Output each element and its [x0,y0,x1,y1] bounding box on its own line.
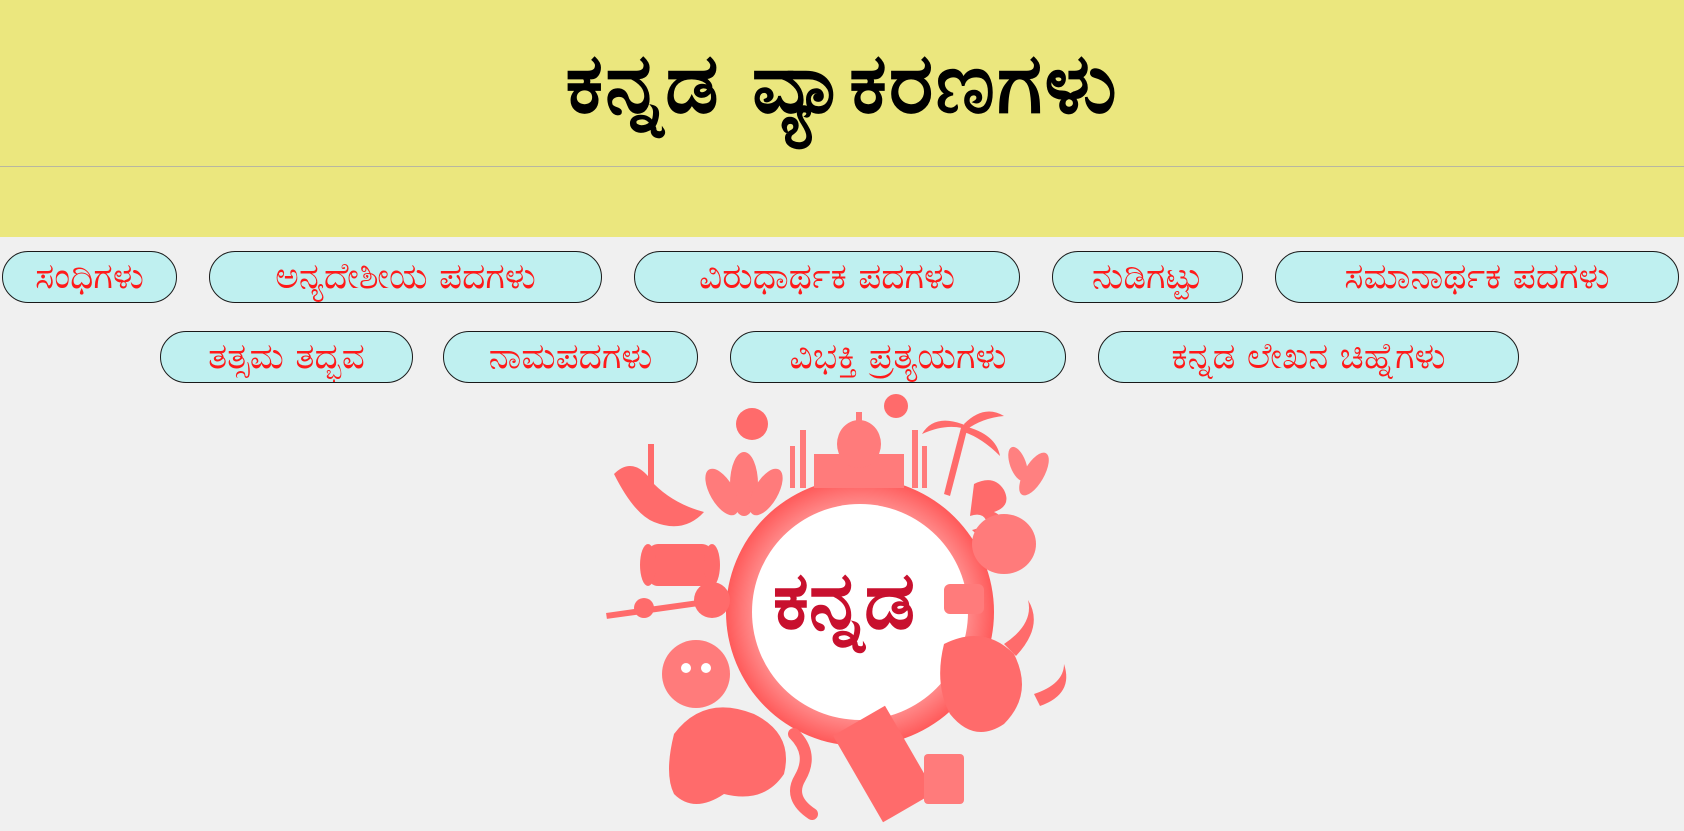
nav-button-namapadagalu[interactable]: ನಾಮಪದಗಳು [443,331,698,383]
page-title: ಕನ್ನಡ ವ್ಯಾಕರಣಗಳು [565,33,1119,132]
nav-button-kannada-lekhana-chihnegalu[interactable]: ಕನ್ನಡ ಲೇಖನ ಚಿಹ್ನೆಗಳು [1098,331,1519,383]
nav-button-virudharthaka-padagalu[interactable]: ವಿರುಧಾರ್ಥಕ ಪದಗಳು [634,251,1020,303]
mask-icon [662,640,730,708]
nav-button-anyadeshiya-padagalu[interactable]: ಅನ್ಯದೇಶೀಯ ಪದಗಳು [209,251,602,303]
dancer-icon [614,444,704,527]
page-header: ಕನ್ನಡ ವ್ಯಾಕರಣಗಳು [0,0,1684,237]
leaf-icon [1008,446,1049,496]
nav-button-sandhigalu[interactable]: ಸಂಧಿಗಳು [2,251,177,303]
nav-button-vibhakti-pratyayagalu[interactable]: ವಿಭಕ್ತಿ ಪ್ರತ್ಯಯಗಳು [730,331,1066,383]
kannada-emblem: ಕನ್ನಡ [604,394,1084,827]
elephant-icon [669,707,786,804]
emblem-word: ಕನ್ನಡ [772,554,916,647]
header-divider [0,166,1684,167]
taj-mahal-icon [790,412,927,488]
nav-button-tatsama-tadbhava[interactable]: ತತ್ಸಮ ತದ್ಭವ [160,331,413,383]
flower-icon [736,394,908,440]
torana-icon [924,754,964,804]
nav-button-samanarthaka-padagalu[interactable]: ಸಮಾನಾರ್ಥಕ ಪದಗಳು [1275,251,1679,303]
snake-icon [788,728,818,820]
nav-row-1: ಸಂಧಿಗಳು ಅನ್ಯದೇಶೀಯ ಪದಗಳು ವಿರುಧಾರ್ಥಕ ಪದಗಳು… [0,251,1684,307]
nav-row-2: ತತ್ಸಮ ತದ್ಭವ ನಾಮಪದಗಳು ವಿಭಕ್ತಿ ಪ್ರತ್ಯಯಗಳು … [0,331,1684,387]
nav-button-nudigattu[interactable]: ನುಡಿಗಟ್ಟು [1052,251,1243,303]
